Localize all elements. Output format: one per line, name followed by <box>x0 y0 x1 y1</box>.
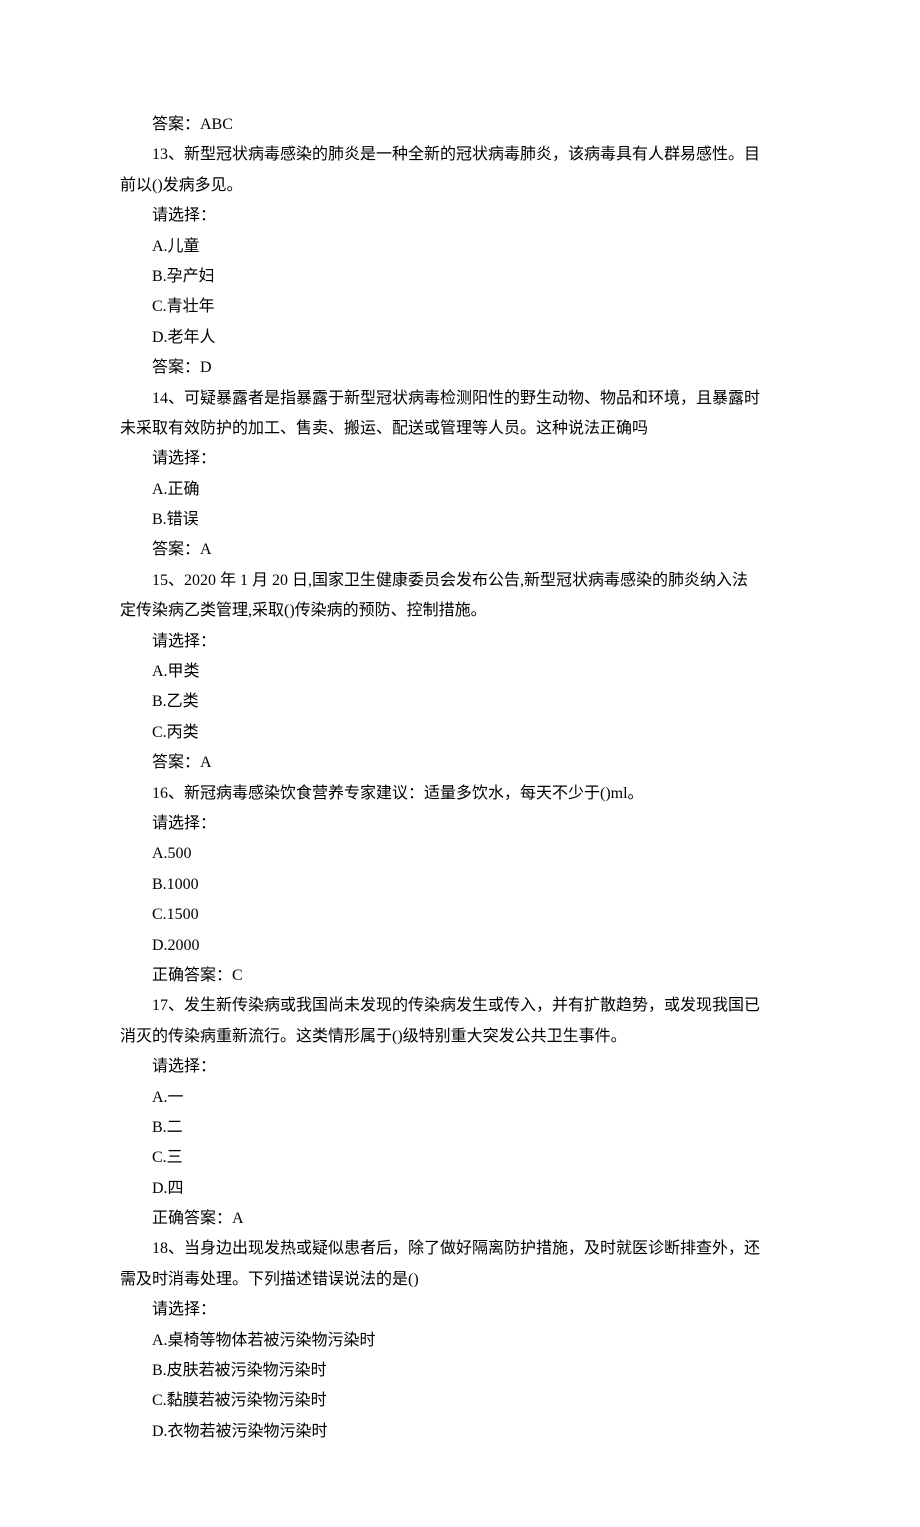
text-line: 未采取有效防护的加工、售卖、搬运、配送或管理等人员。这种说法正确吗 <box>120 414 800 444</box>
text-line: A.甲类 <box>120 657 800 687</box>
text-line: 正确答案：A <box>120 1204 800 1234</box>
text-line: 答案：A <box>120 748 800 778</box>
text-line: C.丙类 <box>120 718 800 748</box>
text-line: C.三 <box>120 1143 800 1173</box>
text-line: C.黏膜若被污染物污染时 <box>120 1386 800 1416</box>
text-line: A.儿童 <box>120 232 800 262</box>
text-line: 定传染病乙类管理,采取()传染病的预防、控制措施。 <box>120 596 800 626</box>
text-line: 正确答案：C <box>120 961 800 991</box>
text-line: 17、发生新传染病或我国尚未发现的传染病发生或传入，并有扩散趋势，或发现我国已 <box>120 991 800 1021</box>
text-line: A.500 <box>120 839 800 869</box>
text-line: 请选择： <box>120 444 800 474</box>
exam-page: 答案：ABC13、新型冠状病毒感染的肺炎是一种全新的冠状病毒肺炎，该病毒具有人群… <box>0 0 920 1527</box>
text-line: B.二 <box>120 1113 800 1143</box>
text-line: A.正确 <box>120 475 800 505</box>
text-line: A.桌椅等物体若被污染物污染时 <box>120 1326 800 1356</box>
text-line: D.老年人 <box>120 323 800 353</box>
text-line: D.2000 <box>120 931 800 961</box>
text-line: D.衣物若被污染物污染时 <box>120 1417 800 1447</box>
text-line: C.1500 <box>120 900 800 930</box>
text-line: 请选择： <box>120 1052 800 1082</box>
text-line: 请选择： <box>120 627 800 657</box>
text-line: 答案：D <box>120 353 800 383</box>
text-line: 18、当身边出现发热或疑似患者后，除了做好隔离防护措施，及时就医诊断排查外，还 <box>120 1234 800 1264</box>
text-line: B.1000 <box>120 870 800 900</box>
text-line: 16、新冠病毒感染饮食营养专家建议：适量多饮水，每天不少于()ml。 <box>120 779 800 809</box>
text-line: C.青壮年 <box>120 292 800 322</box>
text-line: 答案：ABC <box>120 110 800 140</box>
text-line: 13、新型冠状病毒感染的肺炎是一种全新的冠状病毒肺炎，该病毒具有人群易感性。目 <box>120 140 800 170</box>
text-line: 消灭的传染病重新流行。这类情形属于()级特别重大突发公共卫生事件。 <box>120 1022 800 1052</box>
text-line: 14、可疑暴露者是指暴露于新型冠状病毒检测阳性的野生动物、物品和环境，且暴露时 <box>120 384 800 414</box>
text-line: 15、2020 年 1 月 20 日,国家卫生健康委员会发布公告,新型冠状病毒感… <box>120 566 800 596</box>
text-line: B.皮肤若被污染物污染时 <box>120 1356 800 1386</box>
text-line: 请选择： <box>120 809 800 839</box>
text-line: 请选择： <box>120 1295 800 1325</box>
text-line: 需及时消毒处理。下列描述错误说法的是() <box>120 1265 800 1295</box>
text-line: D.四 <box>120 1174 800 1204</box>
text-line: B.错误 <box>120 505 800 535</box>
text-line: B.孕产妇 <box>120 262 800 292</box>
text-line: B.乙类 <box>120 687 800 717</box>
text-line: A.一 <box>120 1083 800 1113</box>
text-line: 答案：A <box>120 535 800 565</box>
text-line: 请选择： <box>120 201 800 231</box>
text-line: 前以()发病多见。 <box>120 171 800 201</box>
